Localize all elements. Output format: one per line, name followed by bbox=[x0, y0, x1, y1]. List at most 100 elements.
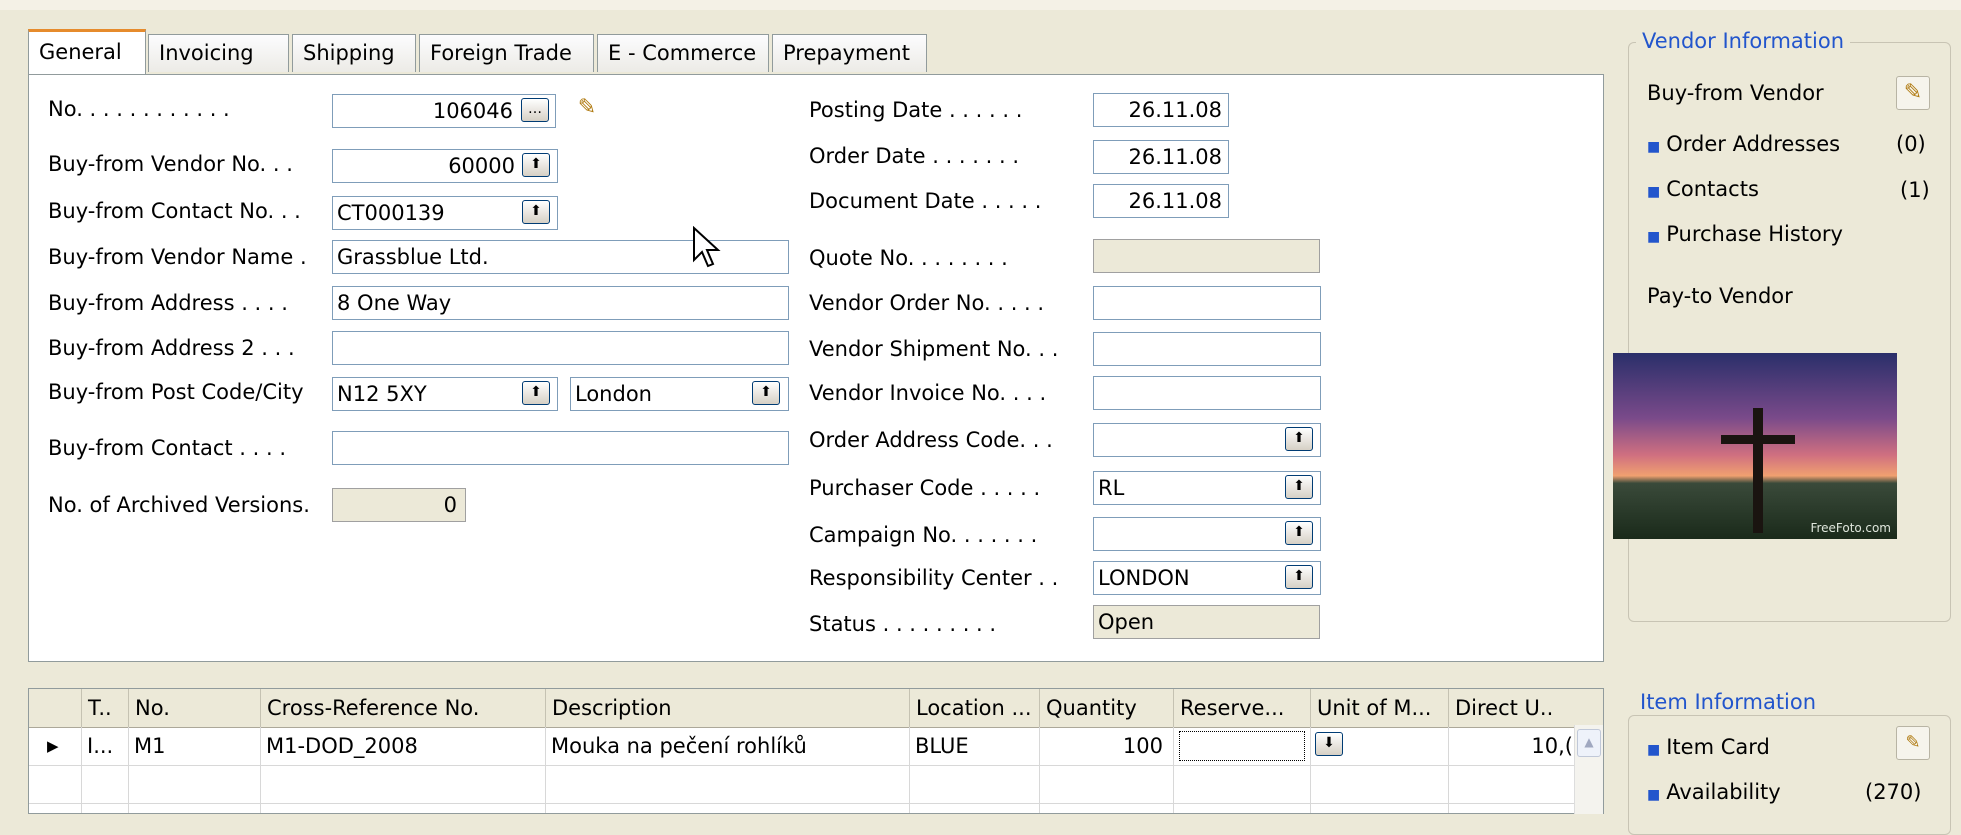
photo-watermark: FreeFoto.com bbox=[1810, 521, 1891, 535]
bullet-icon: ■ bbox=[1647, 229, 1661, 245]
vendor-invoice-no-field[interactable] bbox=[1093, 376, 1321, 410]
vendor-shipment-no-field[interactable] bbox=[1093, 332, 1321, 366]
buy-from-vendor-label: Buy-from Vendor bbox=[1647, 81, 1824, 105]
no-label: No. . . . . . . . . . . . bbox=[48, 97, 230, 121]
pencil-icon[interactable]: ✎ bbox=[1896, 76, 1930, 110]
edit-card-icon[interactable]: ✎ bbox=[1896, 726, 1930, 760]
cell-reserve[interactable] bbox=[1179, 731, 1305, 761]
posting-date-value: 26.11.08 bbox=[1128, 98, 1222, 122]
document-date-label: Document Date . . . . . bbox=[809, 189, 1042, 213]
col-quantity[interactable]: Quantity bbox=[1039, 689, 1173, 727]
arrow-up-icon[interactable]: ⬆ bbox=[522, 153, 550, 177]
arrow-up-icon[interactable]: ⬆ bbox=[1285, 521, 1313, 545]
pencil-icon[interactable]: ✎ bbox=[570, 92, 604, 126]
arrow-up-icon[interactable]: ⬆ bbox=[752, 381, 780, 405]
vendor-no-label: Buy-from Vendor No. . . bbox=[48, 152, 293, 176]
archived-versions-field: 0 bbox=[332, 488, 466, 522]
status-value: Open bbox=[1098, 610, 1155, 634]
tab-e-commerce[interactable]: E - Commerce bbox=[597, 34, 769, 72]
bullet-icon: ■ bbox=[1647, 787, 1661, 803]
quote-no-field bbox=[1093, 239, 1320, 273]
purchase-history-link[interactable]: ■ Purchase History bbox=[1647, 222, 1843, 246]
contacts-count: (1) bbox=[1900, 178, 1930, 202]
cross-bar bbox=[1721, 435, 1795, 444]
cell-cross-reference[interactable]: M1-DOD_2008 bbox=[260, 727, 545, 765]
arrow-up-icon[interactable]: ⬆ bbox=[1285, 565, 1313, 589]
cell-quantity[interactable]: 100 bbox=[1039, 727, 1169, 765]
address-label: Buy-from Address . . . . bbox=[48, 291, 288, 315]
contact-no-label: Buy-from Contact No. . . bbox=[48, 199, 301, 223]
arrow-down-icon[interactable]: ⬇ bbox=[1315, 732, 1343, 756]
tab-shipping[interactable]: Shipping bbox=[292, 34, 416, 72]
purchaser-code-label: Purchaser Code . . . . . bbox=[809, 476, 1041, 500]
item-information-title: Item Information bbox=[1634, 690, 1823, 714]
contact-label: Buy-from Contact . . . . bbox=[48, 436, 287, 460]
col-unit-of-measure[interactable]: Unit of M... bbox=[1310, 689, 1448, 727]
bullet-icon: ■ bbox=[1647, 742, 1661, 758]
tab-prepayment[interactable]: Prepayment bbox=[772, 34, 927, 72]
availability-count: (270) bbox=[1865, 780, 1922, 804]
document-date-field[interactable]: 26.11.08 bbox=[1093, 184, 1229, 218]
status-label: Status . . . . . . . . . bbox=[809, 612, 997, 636]
quote-no-label: Quote No. . . . . . . . bbox=[809, 246, 1008, 270]
col-no[interactable]: No. bbox=[128, 689, 260, 727]
item-card-link[interactable]: ■ Item Card bbox=[1647, 735, 1770, 759]
cell-description[interactable]: Mouka na pečení rohlíků bbox=[545, 727, 909, 765]
cell-location[interactable]: BLUE bbox=[909, 727, 1039, 765]
order-addresses-count: (0) bbox=[1896, 132, 1926, 156]
address-value: 8 One Way bbox=[337, 291, 452, 315]
scroll-up-icon[interactable]: ▲ bbox=[1577, 729, 1601, 757]
document-date-value: 26.11.08 bbox=[1128, 189, 1222, 213]
arrow-up-icon[interactable]: ⬆ bbox=[522, 381, 550, 405]
tab-invoicing[interactable]: Invoicing bbox=[148, 34, 289, 72]
campaign-no-label: Campaign No. . . . . . . bbox=[809, 523, 1038, 547]
contact-no-value: CT000139 bbox=[337, 201, 445, 225]
row-selector-icon[interactable]: ▶ bbox=[41, 727, 81, 765]
arrow-up-icon[interactable]: ⬆ bbox=[1285, 427, 1313, 451]
arrow-up-icon[interactable]: ⬆ bbox=[1285, 475, 1313, 499]
col-reserve[interactable]: Reserve... bbox=[1173, 689, 1310, 727]
availability-text: Availability bbox=[1666, 780, 1781, 804]
item-card-text: Item Card bbox=[1666, 735, 1770, 759]
vendor-shipment-no-label: Vendor Shipment No. . . bbox=[809, 337, 1059, 361]
cell-direct-unit-cost[interactable]: 10,( bbox=[1448, 727, 1577, 765]
vendor-invoice-no-label: Vendor Invoice No. . . . bbox=[809, 381, 1047, 405]
purchaser-code-value: RL bbox=[1098, 476, 1125, 500]
mouse-pointer-icon bbox=[693, 226, 721, 268]
tab-general[interactable]: General bbox=[28, 29, 146, 74]
purchase-lines-grid: T.. No. Cross-Reference No. Description … bbox=[28, 688, 1604, 814]
col-direct-unit-cost[interactable]: Direct U.. bbox=[1448, 689, 1589, 727]
order-address-code-label: Order Address Code. . . bbox=[809, 428, 1053, 452]
arrow-up-icon[interactable]: ⬆ bbox=[522, 200, 550, 224]
vendor-no-value: 60000 bbox=[448, 154, 515, 178]
order-date-label: Order Date . . . . . . . bbox=[809, 144, 1019, 168]
post-code-city-label: Buy-from Post Code/City bbox=[48, 380, 304, 404]
order-date-field[interactable]: 26.11.08 bbox=[1093, 140, 1229, 174]
col-location[interactable]: Location ... bbox=[909, 689, 1039, 727]
vendor-information-title: Vendor Information bbox=[1636, 29, 1851, 53]
address2-field[interactable] bbox=[332, 331, 789, 365]
order-addresses-link[interactable]: ■ Order Addresses bbox=[1647, 132, 1840, 156]
address-field[interactable]: 8 One Way bbox=[332, 286, 789, 320]
tab-foreign-trade[interactable]: Foreign Trade bbox=[419, 34, 594, 72]
col-cross-reference[interactable]: Cross-Reference No. bbox=[260, 689, 545, 727]
ellipsis-icon[interactable]: … bbox=[521, 98, 549, 122]
vendor-order-no-field[interactable] bbox=[1093, 286, 1321, 320]
posting-date-label: Posting Date . . . . . . bbox=[809, 98, 1023, 122]
col-description[interactable]: Description bbox=[545, 689, 917, 727]
contact-field[interactable] bbox=[332, 431, 789, 465]
bullet-icon: ■ bbox=[1647, 139, 1661, 155]
contacts-link[interactable]: ■ Contacts bbox=[1647, 177, 1759, 201]
availability-link[interactable]: ■ Availability bbox=[1647, 780, 1781, 804]
archived-versions-label: No. of Archived Versions. bbox=[48, 493, 310, 517]
grid-scrollbar[interactable]: ▲ bbox=[1574, 725, 1603, 814]
bullet-icon: ■ bbox=[1647, 184, 1661, 200]
cell-no[interactable]: M1 bbox=[128, 727, 260, 765]
cross-post bbox=[1753, 408, 1763, 533]
cell-type[interactable]: I... bbox=[81, 727, 128, 765]
city-value: London bbox=[575, 382, 652, 406]
posting-date-field[interactable]: 26.11.08 bbox=[1093, 93, 1229, 127]
vendor-name-value: Grassblue Ltd. bbox=[337, 245, 489, 269]
vendor-order-no-label: Vendor Order No. . . . . bbox=[809, 291, 1045, 315]
archived-versions-value: 0 bbox=[443, 493, 457, 517]
